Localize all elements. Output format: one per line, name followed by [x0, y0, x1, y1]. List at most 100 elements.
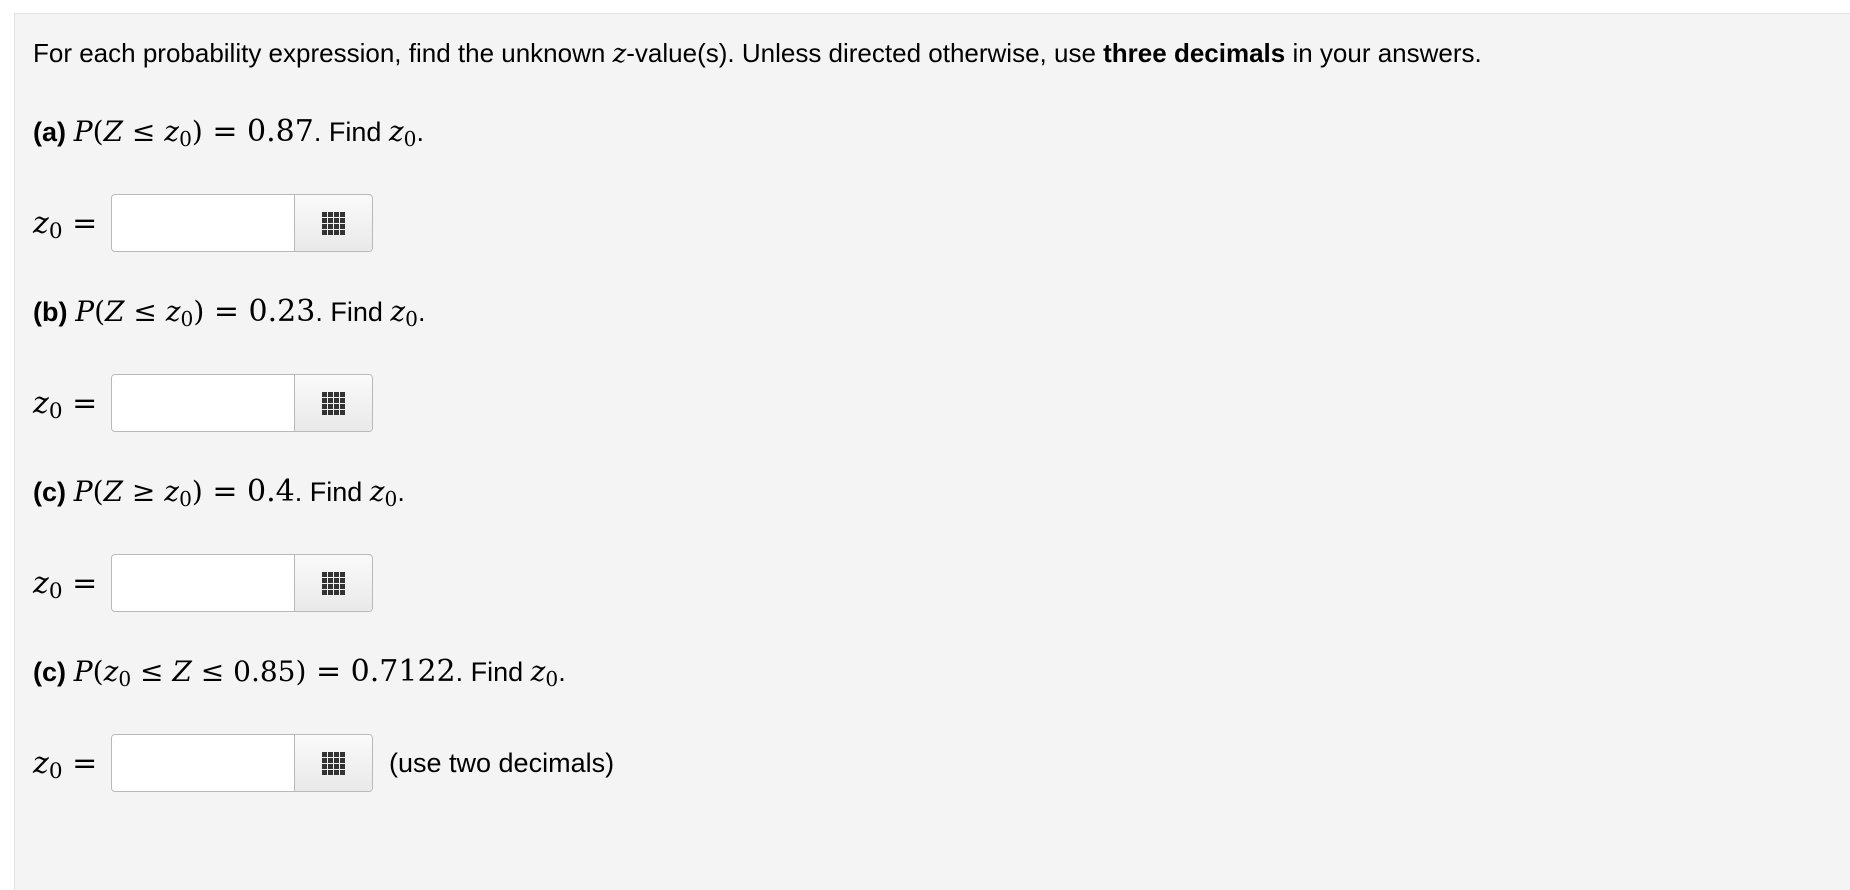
math-paren: ) [295, 655, 307, 688]
math-subscript: 0 [179, 487, 192, 512]
keypad-grid-icon [322, 391, 345, 415]
find-text: . [417, 297, 426, 327]
keypad-button[interactable] [294, 195, 372, 251]
question-a-prompt: (a) P(Z ≤ z0) = 0.87. Find z0. [33, 112, 424, 154]
answer-input-group [111, 374, 373, 432]
math-paren: ( [92, 655, 104, 688]
math-subscript: 0 [179, 127, 192, 152]
math-P: P [73, 475, 93, 508]
answer-note: (use two decimals) [389, 747, 615, 778]
math-paren: ) [193, 295, 205, 328]
answer-label: z0 = [33, 745, 111, 784]
math-subscript: 0 [180, 307, 194, 332]
answer-label: z0 = [33, 385, 111, 424]
answer-input-c[interactable] [112, 555, 294, 611]
math-z: z [390, 295, 406, 328]
keypad-grid-icon [322, 751, 345, 775]
find-text: . [397, 477, 405, 507]
z-symbol: z [612, 39, 627, 69]
answer-input-group [111, 194, 373, 252]
math-z: z [164, 115, 180, 148]
math-value: = 0.4 [202, 474, 295, 509]
question-label: (a) [33, 117, 66, 147]
keypad-grid-icon [322, 211, 345, 235]
math-subscript: 0 [118, 667, 132, 692]
math-z: z [164, 475, 180, 508]
math-equals: = [62, 565, 98, 601]
instructions: For each probability expression, find th… [33, 36, 1482, 71]
question-label: (c) [33, 657, 66, 687]
instructions-text: For each probability expression, find th… [33, 38, 613, 68]
math-relation: ≥ [123, 475, 165, 508]
math-paren: ) [191, 115, 203, 148]
math-z: z [33, 565, 49, 601]
answer-row-a: z0 = [33, 193, 373, 253]
math-subscript: 0 [48, 758, 63, 784]
find-text: . [558, 657, 566, 687]
math-subscript: 0 [48, 398, 63, 424]
find-text: . Find [313, 117, 389, 147]
math-z: z [103, 655, 119, 688]
math-z: z [33, 385, 49, 421]
answer-input-group [111, 554, 373, 612]
math-Z: Z [105, 295, 125, 328]
keypad-button[interactable] [294, 375, 372, 431]
math-P: P [73, 115, 93, 148]
answer-input-a[interactable] [112, 195, 294, 251]
math-z: z [388, 115, 404, 148]
math-subscript: 0 [405, 307, 418, 332]
math-relation: ≤ [124, 295, 166, 328]
math-z: z [165, 295, 181, 328]
answer-row-b: z0 = [33, 373, 373, 433]
math-value: = 0.7122 [306, 654, 456, 689]
math-z: z [369, 475, 385, 508]
math-equals: = [62, 205, 98, 241]
math-paren: ( [94, 295, 106, 328]
math-P: P [75, 295, 95, 328]
answer-row-c: z0 = [33, 553, 373, 613]
math-equals: = [62, 385, 98, 421]
math-z: z [33, 205, 49, 241]
question-d-prompt: (c) P(z0 ≤ Z ≤ 0.85) = 0.7122. Find z0. [33, 652, 566, 694]
answer-input-group [111, 734, 373, 792]
answer-input-b[interactable] [112, 375, 294, 431]
answer-input-d[interactable] [112, 735, 294, 791]
instructions-text: -value(s). Unless directed otherwise, us… [626, 38, 1104, 68]
answer-label: z0 = [33, 565, 111, 604]
instructions-text: in your answers. [1285, 38, 1482, 68]
math-subscript: 0 [48, 218, 63, 244]
math-relation: ≤ 0.85 [191, 655, 296, 688]
question-b-prompt: (b) P(Z ≤ z0) = 0.23. Find z0. [33, 292, 425, 334]
find-text: . Find [455, 657, 531, 687]
find-text: . Find [294, 477, 370, 507]
math-z: z [33, 745, 49, 781]
math-Z: Z [103, 115, 124, 148]
math-Z: Z [103, 475, 124, 508]
math-paren: ) [191, 475, 203, 508]
question-label: (c) [33, 477, 66, 507]
math-value: = 0.23 [204, 294, 316, 329]
answer-label: z0 = [33, 205, 111, 244]
math-subscript: 0 [403, 127, 417, 152]
instructions-emphasis: three decimals [1103, 38, 1286, 68]
math-paren: ( [92, 475, 104, 508]
keypad-button[interactable] [294, 735, 372, 791]
math-z: z [530, 655, 546, 688]
question-label: (b) [33, 297, 68, 327]
math-subscript: 0 [48, 578, 63, 604]
keypad-button[interactable] [294, 555, 372, 611]
math-Z: Z [172, 655, 192, 688]
math-subscript: 0 [384, 487, 398, 512]
math-relation: ≤ [131, 655, 173, 688]
math-equals: = [62, 745, 98, 781]
keypad-grid-icon [322, 571, 345, 595]
find-text: . Find [315, 297, 391, 327]
math-P: P [73, 655, 93, 688]
math-relation: ≤ [123, 115, 165, 148]
find-text: . [416, 117, 424, 147]
question-c-prompt: (c) P(Z ≥ z0) = 0.4. Find z0. [33, 472, 405, 514]
math-subscript: 0 [545, 667, 559, 692]
answer-row-d: z0 = (use two decimals) [33, 733, 614, 793]
math-paren: ( [92, 115, 104, 148]
math-value: = 0.87 [202, 114, 314, 149]
